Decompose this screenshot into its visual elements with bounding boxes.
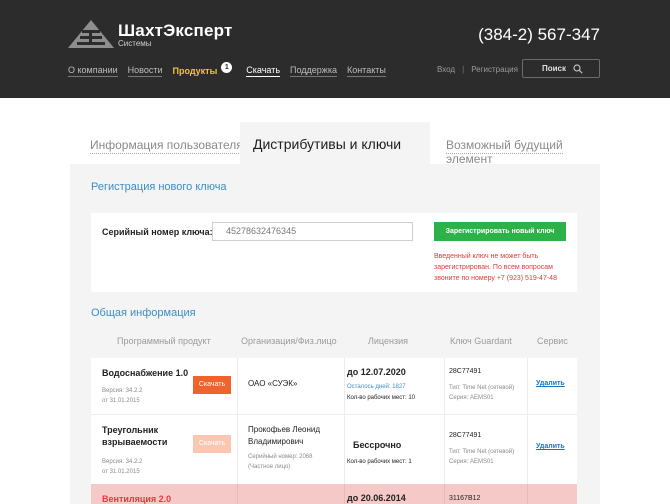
product-name: Треугольник взрываемости <box>102 425 168 447</box>
col-header-guardant: Ключ Guardant <box>450 336 512 346</box>
column-divider <box>237 415 238 484</box>
brand-name[interactable]: ШахтЭксперт <box>118 21 233 41</box>
organization-note: Серийный номер: 2068 (Частное лицо) <box>248 454 313 470</box>
tab-distributions-label: Дистрибутивы и ключи <box>253 136 402 152</box>
main-panel: Регистрация нового ключа Серийный номер … <box>70 164 600 504</box>
registration-form: Серийный номер ключа: 45278632476345 Зар… <box>91 213 577 292</box>
guardant-key-id: 28C77491 <box>449 432 482 439</box>
login-link[interactable]: Вход <box>437 65 455 74</box>
table-row: Водоснабжение 1.0 Версия: 34.2.2 от 31.0… <box>91 358 577 414</box>
license-workplaces: Кол-во рабочих мест: 10 <box>347 395 416 401</box>
guardant-key-id: 28C77491 <box>449 368 482 375</box>
tab-future-element[interactable]: Возможный будущий элемент <box>446 138 600 168</box>
column-divider <box>237 484 238 504</box>
main-nav: О компании Новости Продукты 1 Скачать По… <box>68 62 386 77</box>
download-button-disabled[interactable]: Скачать <box>193 435 231 453</box>
col-header-service: Сервис <box>537 336 568 346</box>
auth-links: Вход | Регистрация <box>437 65 518 74</box>
product-name: Водоснабжение 1.0 <box>102 368 189 378</box>
column-divider <box>444 415 445 484</box>
register-link[interactable]: Регистрация <box>471 65 518 74</box>
col-header-license: Лицензия <box>368 336 408 346</box>
nav-products[interactable]: Продукты <box>172 65 217 77</box>
registration-title: Регистрация нового ключа <box>91 181 227 193</box>
organization: ОАО «СУЭК» <box>248 379 298 388</box>
phone-number: (384-2) 567-347 <box>478 25 600 44</box>
table-row-expired: Вентиляция 2.0 до 20.06.2014 31167B12 <box>91 484 577 504</box>
general-info-title: Общая информация <box>91 307 196 319</box>
download-button[interactable]: Скачать <box>193 376 231 394</box>
organization: Прокофьев Леонид Владимирович <box>248 425 321 446</box>
products-badge: 1 <box>221 62 233 73</box>
column-divider <box>444 484 445 504</box>
auth-separator: | <box>462 65 465 74</box>
nav-news[interactable]: Новости <box>127 64 163 77</box>
license-days-left: Осталось дней: 1827 <box>347 384 406 390</box>
register-key-button[interactable]: Зарегистрировать новый ключ <box>434 222 566 241</box>
tab-distributions[interactable]: Дистрибутивы и ключи <box>240 122 430 164</box>
product-date: от 31.01.2015 <box>102 398 140 404</box>
guardant-key-series: Серия: AEMS01 <box>449 459 494 465</box>
nav-download[interactable]: Скачать <box>246 64 281 77</box>
company-logo-icon[interactable] <box>68 18 114 50</box>
nav-about[interactable]: О компании <box>68 64 118 77</box>
guardant-key-id: 31167B12 <box>449 495 481 502</box>
serial-input[interactable]: 45278632476345 <box>212 222 413 241</box>
product-version: Версия: 34.2.2 <box>102 388 143 394</box>
guardant-key-type: Тип: Time Net (сетевой) <box>449 385 515 391</box>
column-divider <box>237 358 238 414</box>
nav-contacts[interactable]: Контакты <box>346 64 386 77</box>
column-divider <box>344 484 345 504</box>
license-expiry: до 20.06.2014 <box>347 493 406 503</box>
license-expiry: до 12.07.2020 <box>347 367 406 377</box>
column-divider <box>527 415 528 484</box>
tabs-bar: Информация пользователя Дистрибутивы и к… <box>70 122 600 168</box>
column-divider <box>527 484 528 504</box>
brand-subtitle: Системы <box>118 39 152 48</box>
column-divider <box>344 415 345 484</box>
search-label: Поиск <box>542 64 567 73</box>
delete-link[interactable]: Удалить <box>536 380 565 387</box>
license-expiry: Бессрочно <box>353 440 402 450</box>
column-divider <box>527 358 528 414</box>
nav-products-wrap: Продукты 1 <box>172 62 236 77</box>
site-header: ШахтЭксперт Системы (384-2) 567-347 О ко… <box>0 0 670 98</box>
search-icon[interactable] <box>573 64 583 74</box>
tab-user-info[interactable]: Информация пользователя <box>90 138 243 154</box>
nav-support[interactable]: Поддержка <box>290 64 337 77</box>
product-name: Вентиляция 2.0 <box>102 494 172 504</box>
guardant-key-type: Тип: Time Net (сетевой) <box>449 449 515 455</box>
guardant-key-series: Серия: AEMS01 <box>449 395 494 401</box>
search-box[interactable]: Поиск <box>522 59 600 78</box>
serial-label: Серийный номер ключа: <box>102 227 213 237</box>
table-row: Треугольник взрываемости Версия: 34.2.2 … <box>91 414 577 484</box>
license-workplaces: Кол-во рабочих мест: 1 <box>347 459 412 465</box>
product-date: от 31.01.2015 <box>102 469 140 475</box>
col-header-org: Организация/Физ.лицо <box>241 336 337 346</box>
registration-warning: Введенный ключ не может быть зарегистрир… <box>434 253 557 282</box>
col-header-product: Программный продукт <box>117 336 211 346</box>
product-version: Версия: 34.2.2 <box>102 459 143 465</box>
tab-user-info-label: Информация пользователя <box>90 138 243 154</box>
column-divider <box>344 358 345 414</box>
delete-link[interactable]: Удалить <box>536 443 565 450</box>
column-divider <box>444 358 445 414</box>
